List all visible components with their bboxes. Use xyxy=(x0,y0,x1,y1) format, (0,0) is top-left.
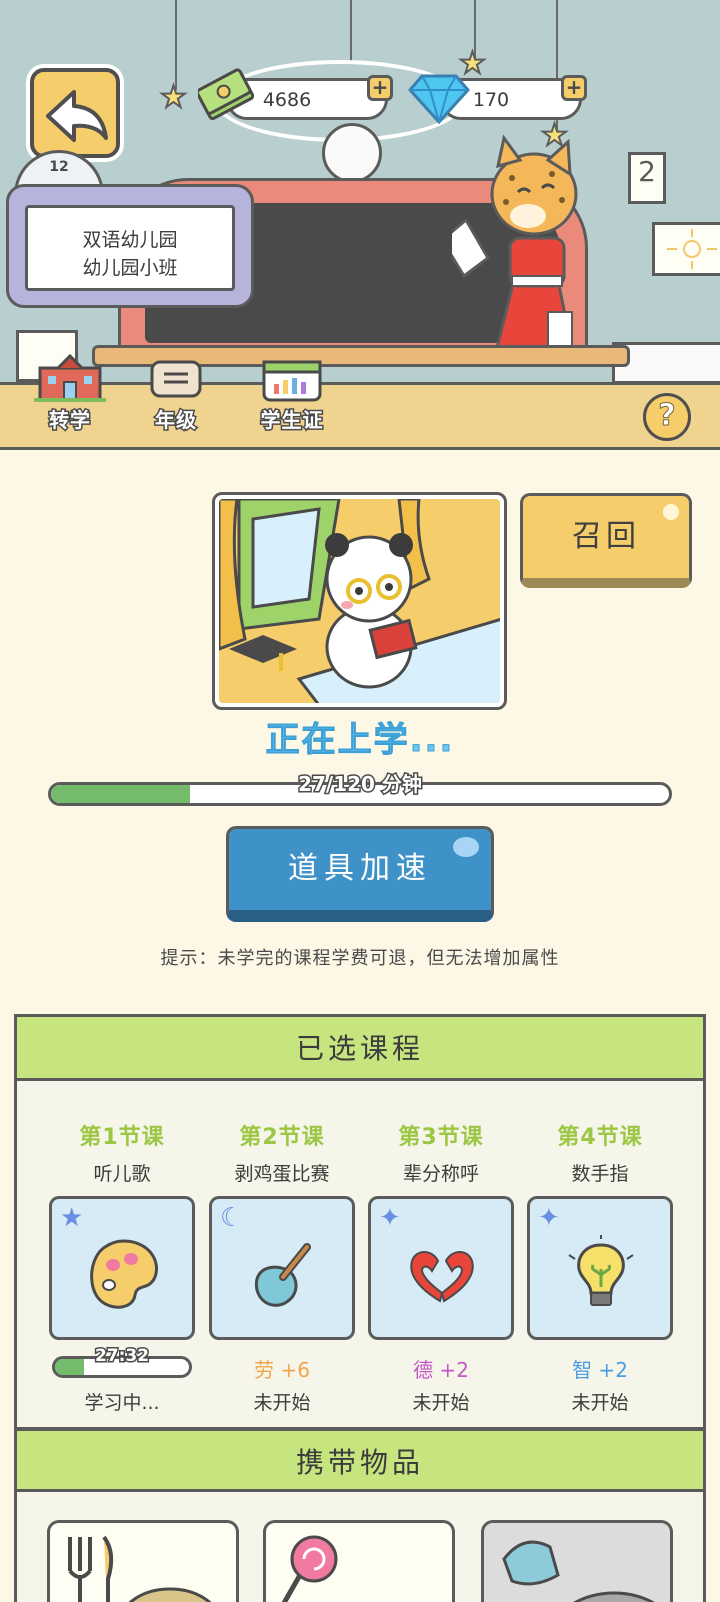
lightbulb-icon xyxy=(568,1235,634,1306)
sparkle-icon: ✦ xyxy=(379,1203,401,1233)
study-status: 正在上学... xyxy=(265,720,455,761)
star-icon: ★ xyxy=(60,1203,84,1233)
school-card: 双语幼儿园 幼儿园小班 xyxy=(6,184,254,308)
lamp-bulb xyxy=(322,123,382,183)
add-gems-button[interactable]: + xyxy=(561,75,587,101)
moon-icon: ☾ xyxy=(220,1203,244,1233)
course-card[interactable]: ☾ xyxy=(209,1196,355,1340)
student-id-button[interactable]: 学生证 xyxy=(244,354,340,434)
course-4[interactable]: 第4节课 数手指 ✦ 智 +2 未开始 xyxy=(527,1119,673,1415)
tip-text: 提示：未学完的课程学费可退，但无法增加属性 xyxy=(160,948,560,969)
grade-button[interactable]: 年级 xyxy=(134,354,218,434)
course-2[interactable]: 第2节课 剥鸡蛋比赛 ☾ 劳 +6 未开始 xyxy=(209,1119,355,1415)
school-building-icon xyxy=(34,353,106,402)
student-card-icon xyxy=(262,360,322,402)
school-name: 双语幼儿园 xyxy=(82,229,178,251)
diamond-icon xyxy=(408,74,470,124)
back-arrow-icon xyxy=(46,90,108,142)
heart-hands-icon xyxy=(410,1251,474,1303)
course-card[interactable]: ★ xyxy=(49,1196,195,1340)
study-progress-label: 27/120 分钟 xyxy=(297,771,424,798)
course-1-timer: 27:32 xyxy=(93,1345,150,1368)
back-button[interactable] xyxy=(30,68,120,158)
course-2-stat: 劳 +6 xyxy=(254,1358,310,1382)
course-card[interactable]: ✦ xyxy=(527,1196,673,1340)
add-coins-button[interactable]: + xyxy=(367,75,393,101)
course-3-stat: 德 +2 xyxy=(413,1358,469,1382)
course-1-state: 学习中... xyxy=(84,1392,160,1414)
books-stack-icon xyxy=(150,360,202,398)
leopard-teacher xyxy=(452,134,578,360)
class-name: 幼儿园小班 xyxy=(82,257,178,279)
cash-icon xyxy=(198,68,254,121)
shovel-icon xyxy=(254,1243,311,1307)
course-card[interactable]: ✦ xyxy=(368,1196,514,1340)
fork-knife-icon xyxy=(68,1535,212,1602)
wall-notepad: 2 xyxy=(628,152,666,204)
wall-drawing xyxy=(652,222,720,276)
classroom-scene: ★ ★ ★ 2 12 双语幼儿园 幼儿园小班 4686 + 170 + 转学 年… xyxy=(0,0,720,450)
course-3[interactable]: 第3节课 辈分称呼 ✦ 德 +2 未开始 xyxy=(368,1119,514,1415)
hanging-string xyxy=(175,0,177,90)
selected-courses-panel: 已选课程 第1节课 听儿歌 ★ 27:32 学习中... 第2节课 剥鸡蛋比赛 … xyxy=(14,1014,706,1430)
item-slot-bag[interactable] xyxy=(481,1520,673,1602)
speedup-button[interactable]: 道具加速 xyxy=(226,826,494,922)
lollipop-icon xyxy=(281,1535,338,1602)
lamp-string xyxy=(350,0,352,64)
item-slot-food[interactable] xyxy=(47,1520,239,1602)
recall-button[interactable]: 召回 xyxy=(520,493,692,588)
course-2-state: 未开始 xyxy=(253,1392,311,1414)
course-4-stat: 智 +2 xyxy=(572,1358,628,1382)
panda-reading-image xyxy=(219,499,500,703)
course-3-state: 未开始 xyxy=(412,1392,470,1414)
item-slot-candy[interactable] xyxy=(263,1520,455,1602)
transfer-button[interactable]: 转学 xyxy=(22,353,118,434)
star-ornament: ★ xyxy=(159,79,188,116)
items-title: 携带物品 xyxy=(17,1428,703,1492)
carried-items-panel: 携带物品 xyxy=(14,1428,706,1602)
studying-illustration xyxy=(212,492,507,710)
course-4-state: 未开始 xyxy=(571,1392,629,1414)
help-button[interactable]: ? xyxy=(643,393,691,441)
backpack-icon xyxy=(502,1540,655,1602)
sparkle-icon: ✦ xyxy=(538,1203,560,1233)
art-palette-icon xyxy=(90,1239,158,1309)
courses-title: 已选课程 xyxy=(17,1017,703,1081)
course-1[interactable]: 第1节课 听儿歌 ★ 27:32 学习中... xyxy=(49,1119,195,1415)
